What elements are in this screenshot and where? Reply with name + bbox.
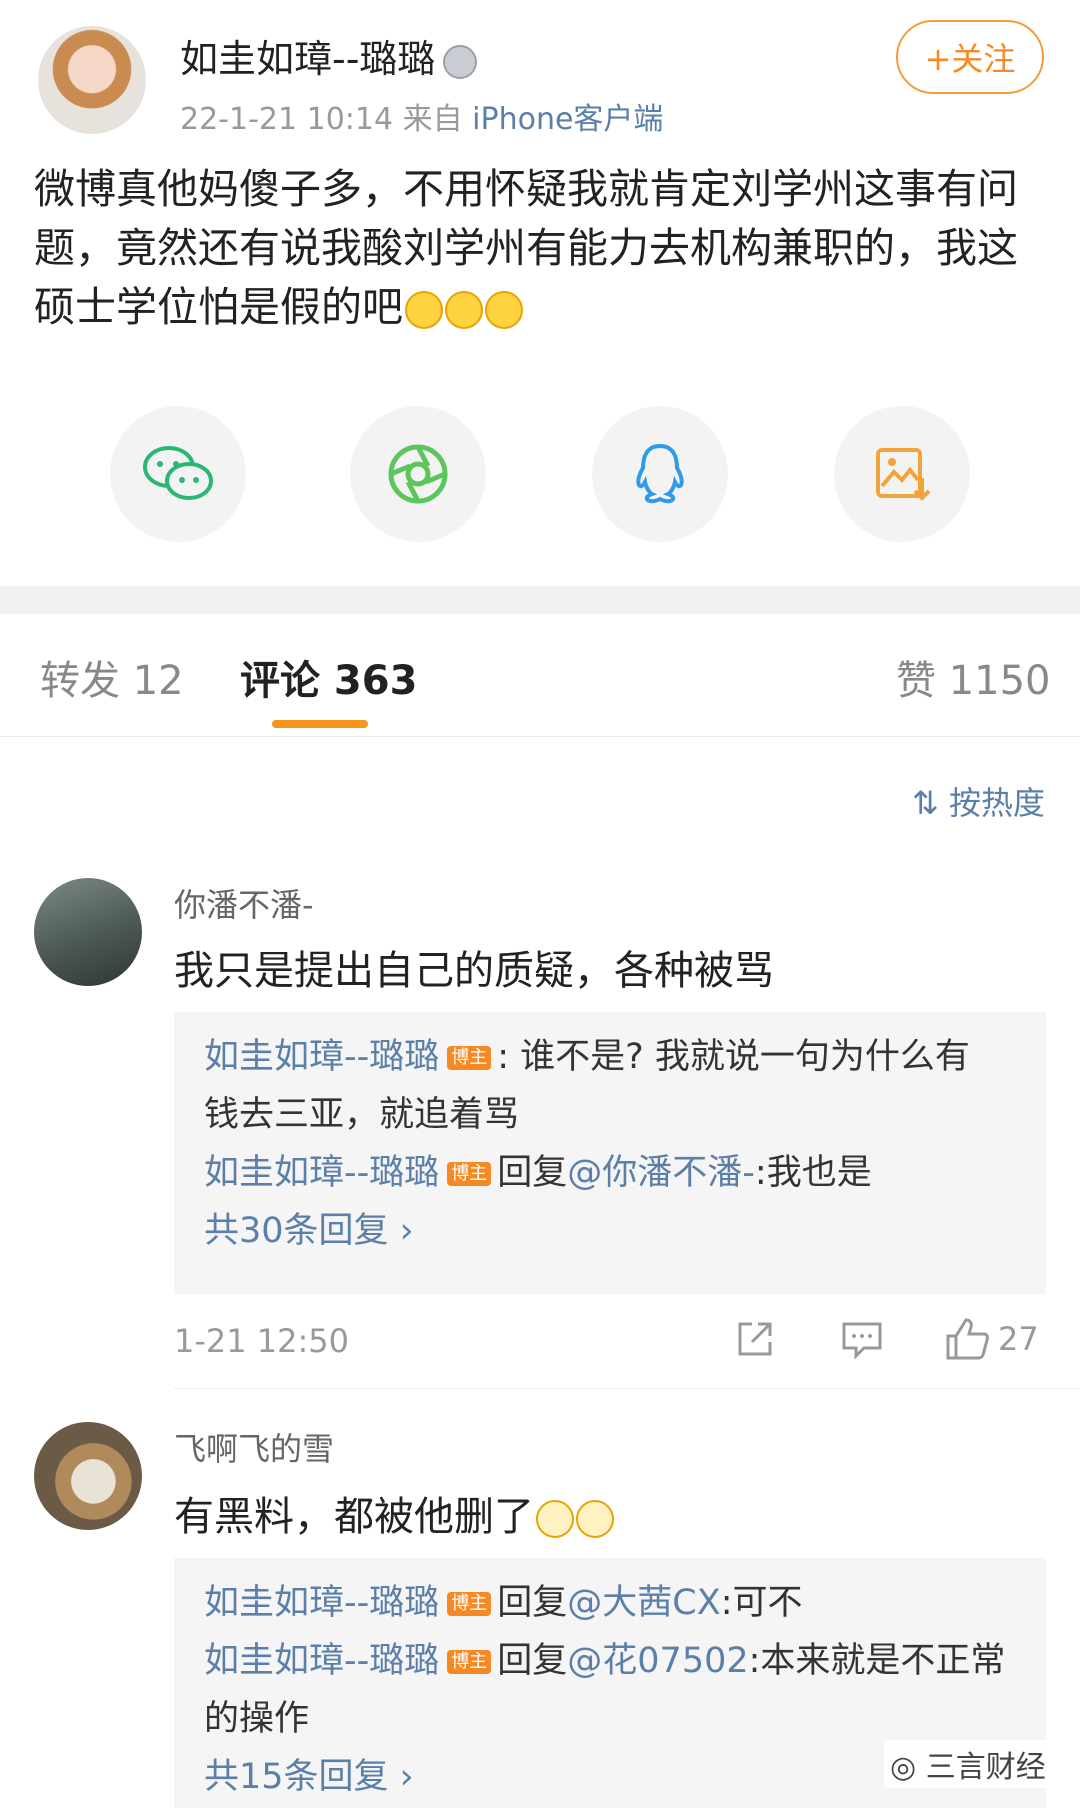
share-moments-button[interactable] [350, 406, 486, 542]
smirk-emoji-icon [405, 291, 443, 329]
reply-word: 回复 [497, 1153, 568, 1193]
save-image-icon [876, 448, 931, 501]
commenter-name[interactable]: 你潘不潘- [174, 880, 314, 926]
active-tab-indicator [272, 720, 368, 728]
share-out-icon [738, 1322, 772, 1356]
reply-text: :我也是 [754, 1153, 872, 1193]
comment-text: 我只是提出自己的质疑，各种被骂 [174, 948, 774, 994]
sort-icon: ⇅ [912, 784, 939, 822]
commenter-avatar[interactable] [34, 1422, 142, 1530]
reply-item: 如圭如璋--璐璐 博主 回复@大茜CX:可不 [174, 1574, 1044, 1632]
post-time: 22-1-21 10:14 [180, 102, 394, 137]
reply-text-cont: 的操作 [204, 1699, 310, 1739]
sort-by-hot-button[interactable]: ⇅ 按热度 [912, 778, 1045, 824]
mask-emoji-icon [536, 1500, 574, 1538]
smirk-emoji-icon [485, 291, 523, 329]
watermark: ◎ 三言财经 [884, 1740, 1052, 1788]
reply-comment-button[interactable] [840, 1318, 884, 1368]
reply-author[interactable]: 如圭如璋--璐璐 [204, 1641, 439, 1681]
post-source[interactable]: iPhone客户端 [472, 102, 663, 137]
mask-emoji-icon [576, 1500, 614, 1538]
reply-text: :本来就是不正常 [748, 1641, 1006, 1681]
reply-item: 如圭如璋--璐璐 博主: 谁不是? 我就说一句为什么有 钱去三亚，就追着骂 [174, 1028, 1044, 1144]
mention-link[interactable]: @你潘不潘- [567, 1153, 755, 1193]
view-all-replies-link[interactable]: 共30条回复 › [174, 1202, 1046, 1260]
blogger-badge: 博主 [447, 1592, 492, 1616]
reply-word: 回复 [497, 1641, 568, 1681]
post-author-name[interactable]: 如圭如璋--璐璐 [180, 28, 478, 83]
tab-repost[interactable]: 转发 12 [40, 648, 184, 706]
share-qq-button[interactable] [592, 406, 728, 542]
mention-link[interactable]: @花07502 [567, 1641, 748, 1681]
like-comment-button[interactable]: 27 [944, 1316, 1039, 1362]
tab-likes[interactable]: 赞 1150 [896, 648, 1051, 706]
post-text: 微博真他妈傻子多，不用怀疑我就肯定刘学州这事有问题，竟然还有说我酸刘学州有能力去… [34, 160, 1054, 337]
post-author-avatar[interactable] [38, 26, 146, 134]
post-meta: 22-1-21 10:14 来自 iPhone客户端 [180, 94, 663, 138]
commenter-name[interactable]: 飞啊飞的雪 [174, 1424, 334, 1470]
reply-author[interactable]: 如圭如璋--璐璐 [204, 1583, 439, 1623]
reply-word: 回复 [497, 1583, 568, 1623]
save-image-button[interactable] [834, 406, 970, 542]
comment-text-body: 有黑料，都被他删了 [174, 1494, 534, 1540]
thumbs-up-icon [946, 1318, 989, 1360]
mention-link[interactable]: @大茜CX [567, 1583, 720, 1623]
like-count: 27 [998, 1320, 1039, 1358]
comment-time: 1-21 12:50 [174, 1322, 350, 1360]
reply-preview-box[interactable]: 如圭如璋--璐璐 博主: 谁不是? 我就说一句为什么有 钱去三亚，就追着骂 如圭如… [174, 1012, 1046, 1294]
source-prefix: 来自 [402, 102, 463, 137]
reply-item: 如圭如璋--璐璐 博主 回复@花07502:本来就是不正常 的操作 [174, 1632, 1044, 1748]
comment-icon [842, 1322, 882, 1360]
tab-bar-border [0, 736, 1080, 737]
smirk-emoji-icon [445, 291, 483, 329]
repost-comment-button[interactable] [734, 1318, 776, 1368]
moments-icon [388, 444, 448, 504]
sort-label: 按热度 [948, 784, 1045, 822]
reply-item: 如圭如璋--璐璐 博主 回复@你潘不潘-:我也是 [174, 1144, 1044, 1202]
qq-icon [636, 443, 684, 504]
reply-author[interactable]: 如圭如璋--璐璐 [204, 1037, 439, 1077]
reply-text: :可不 [720, 1583, 803, 1623]
reply-text-cont: 钱去三亚，就追着骂 [204, 1095, 520, 1135]
comment-text: 有黑料，都被他删了 [174, 1484, 614, 1542]
watermark-text: 三言财经 [925, 1750, 1046, 1785]
medal-icon [443, 44, 478, 79]
blogger-badge: 博主 [447, 1162, 492, 1186]
post-text-body: 微博真他妈傻子多，不用怀疑我就肯定刘学州这事有问题，竟然还有说我酸刘学州有能力去… [34, 165, 1018, 331]
wechat-icon [143, 446, 213, 500]
follow-button[interactable]: +关注 [896, 20, 1044, 94]
post-author-name-text: 如圭如璋--璐璐 [180, 37, 436, 81]
reply-author[interactable]: 如圭如璋--璐璐 [204, 1153, 439, 1193]
blogger-badge: 博主 [447, 1650, 492, 1674]
share-wechat-button[interactable] [110, 406, 246, 542]
comment-separator [174, 1388, 1080, 1389]
blogger-badge: 博主 [447, 1046, 492, 1070]
commenter-avatar[interactable] [34, 878, 142, 986]
section-divider [0, 586, 1080, 614]
wechat-watermark-icon: ◎ [890, 1750, 917, 1785]
tab-comments[interactable]: 评论 363 [240, 648, 417, 706]
reply-text: : 谁不是? 我就说一句为什么有 [497, 1037, 970, 1077]
